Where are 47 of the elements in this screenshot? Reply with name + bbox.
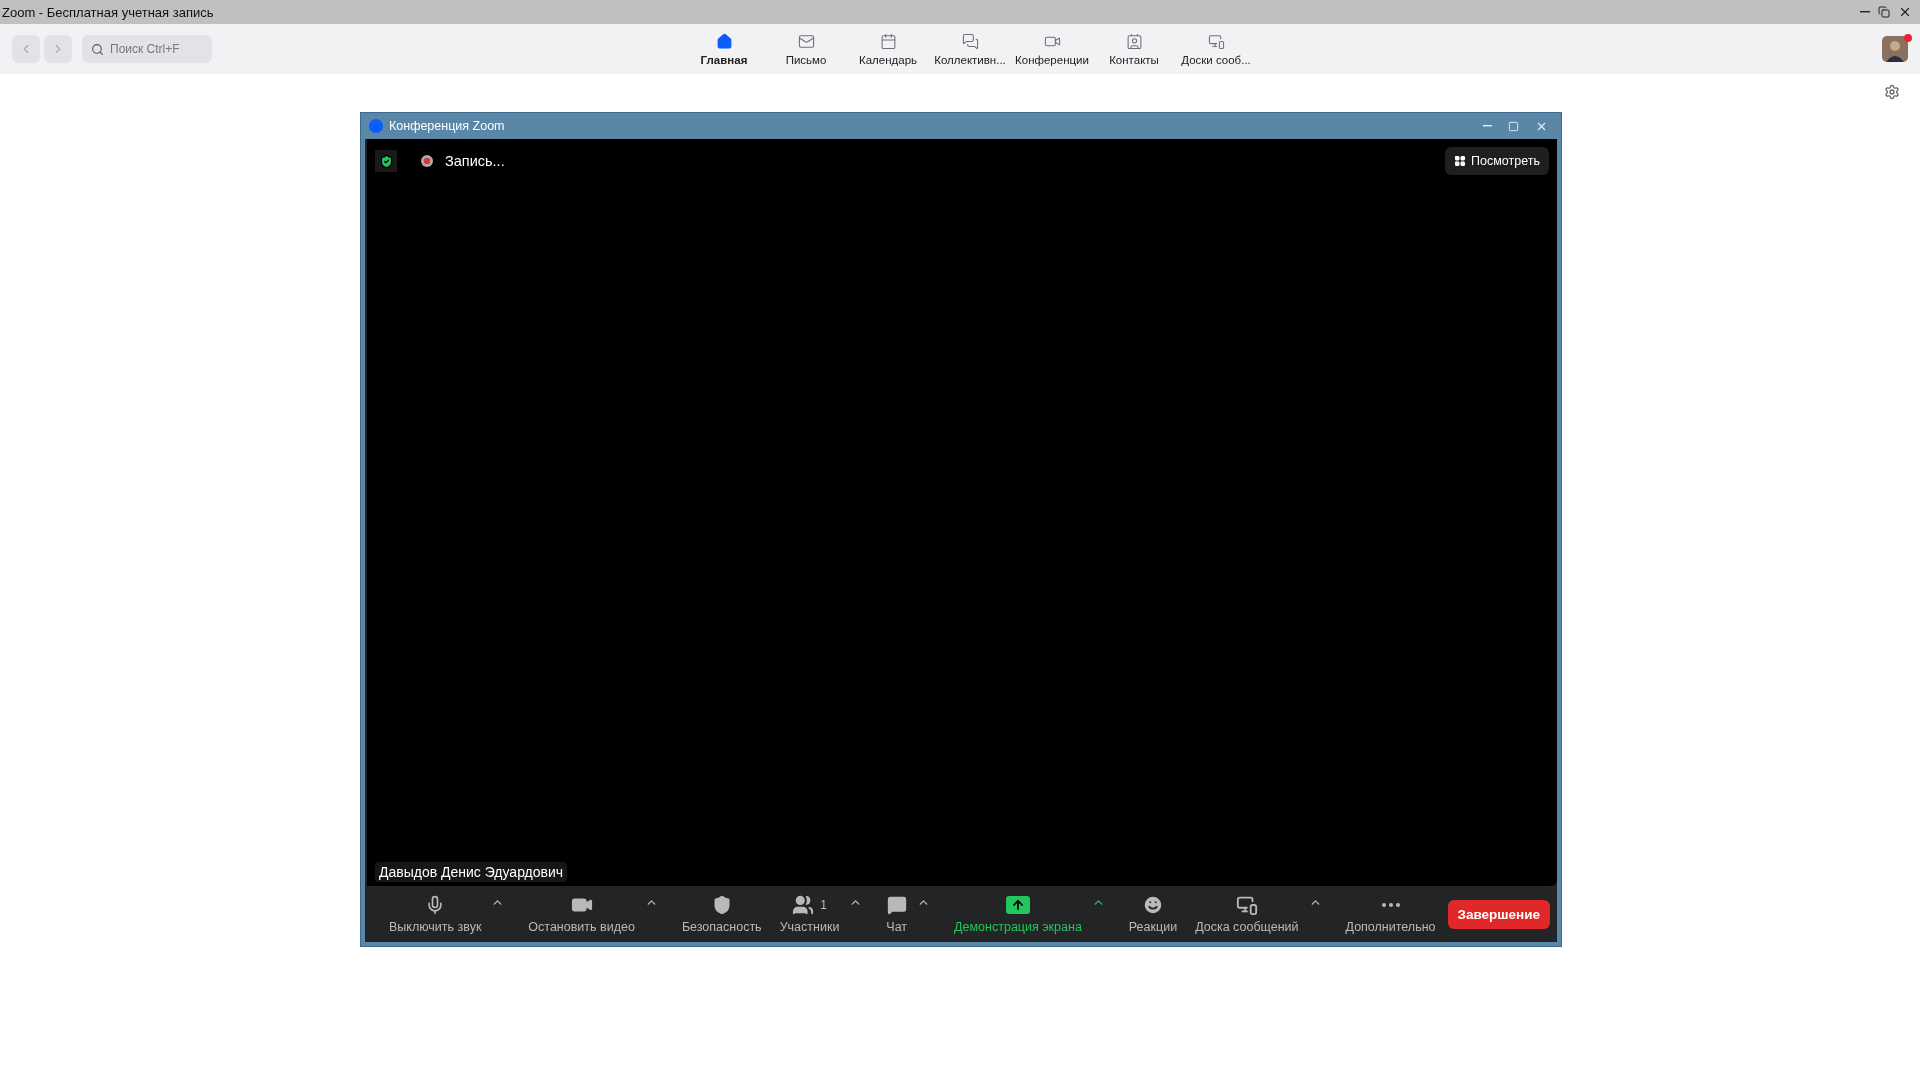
toolbar-button[interactable]: Выключить звук: [383, 890, 488, 938]
maximize-icon: [1508, 120, 1519, 132]
smiley-icon: [1141, 894, 1164, 916]
window-title: Конференция Zoom: [389, 119, 506, 133]
chat-bubble-icon: [886, 895, 907, 915]
contact-card-icon: [1125, 32, 1143, 50]
share-screen-icon: [1005, 896, 1030, 914]
shield-check-icon[interactable]: [375, 150, 397, 172]
nav-tab[interactable]: Доски сооб...: [1175, 24, 1257, 74]
toolbar-button[interactable]: Реакции: [1122, 890, 1184, 938]
restore-icon: [1878, 6, 1890, 18]
nav-tab[interactable]: Главная: [683, 24, 765, 74]
search-field[interactable]: Поиск Ctrl+F: [82, 35, 212, 63]
people-icon: [792, 894, 815, 916]
search-icon: [91, 43, 104, 56]
window-title: Zoom - Бесплатная учетная запись: [2, 4, 215, 20]
nav-tab[interactable]: Контакты: [1093, 24, 1175, 74]
toolbar-button[interactable]: Доска сообщений: [1189, 890, 1305, 938]
recording-icon: [421, 155, 433, 167]
toolbar-button[interactable]: Чат: [880, 890, 914, 938]
nav-tab[interactable]: Календарь: [847, 24, 929, 74]
toolbar-button[interactable]: Безопасность: [675, 890, 768, 938]
minimize-icon: [1860, 11, 1870, 13]
grid-icon: [1454, 155, 1467, 167]
end-button[interactable]: Завершение: [1447, 899, 1551, 929]
nav-tab[interactable]: Письмо: [765, 24, 847, 74]
recording-status: Запись...: [445, 153, 506, 169]
nav-tab[interactable]: Коллективн...: [929, 24, 1011, 74]
settings-icon[interactable]: [1884, 84, 1900, 100]
close-icon: [1898, 5, 1912, 19]
toolbar-button[interactable]: Демонстрация экрана: [948, 890, 1088, 938]
calendar-icon: [879, 32, 897, 50]
monitor-icon: [1235, 894, 1258, 916]
participant-name: Давыдов Денис Эдуардович: [375, 862, 568, 882]
more-icon: [1381, 903, 1400, 907]
view-button[interactable]: Посмотреть: [1445, 147, 1549, 175]
minimize-icon: [1483, 125, 1492, 127]
toolbar-button[interactable]: Остановить видео: [522, 890, 641, 938]
participant-count: 1: [820, 898, 827, 912]
chat-bubbles-icon: [961, 32, 979, 50]
envelope-icon: [797, 32, 815, 50]
toolbar-button[interactable]: 1 Участники: [773, 890, 846, 938]
nav-tab[interactable]: Конференции: [1011, 24, 1093, 74]
zoom-logo-icon: [369, 119, 383, 133]
toolbar-button[interactable]: Дополнительно: [1339, 890, 1442, 938]
monitor-icon: [1207, 32, 1225, 50]
home-icon: [715, 32, 733, 50]
